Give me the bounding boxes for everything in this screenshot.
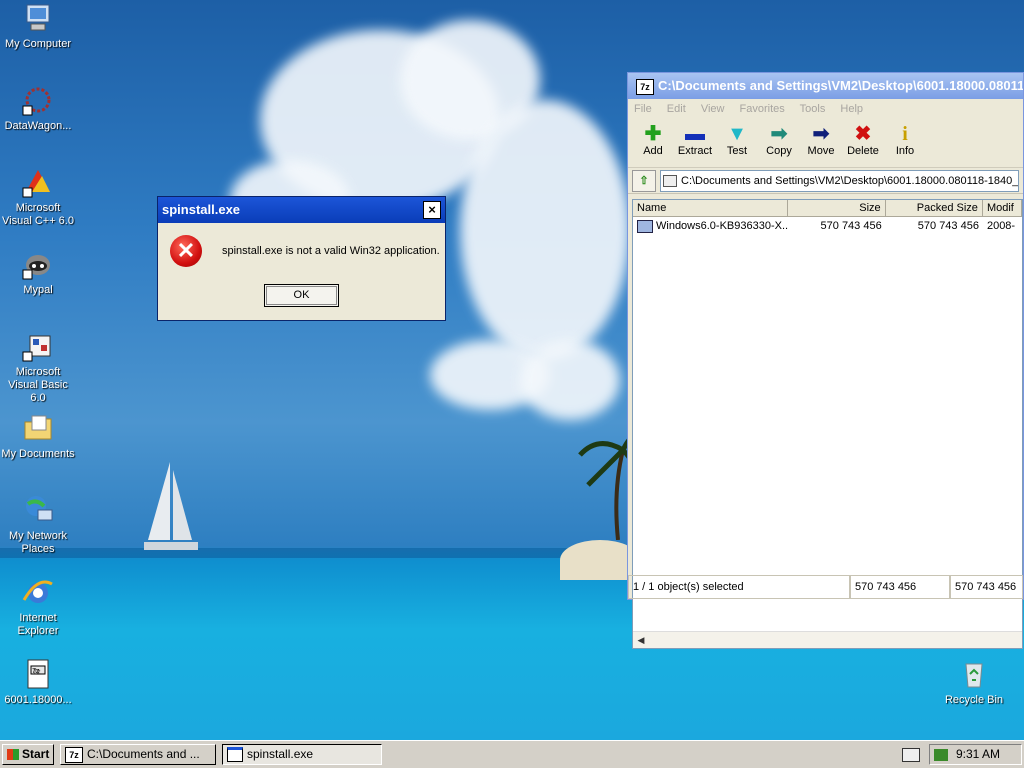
desktop-icon-datawagon[interactable]: DataWagon... bbox=[0, 84, 76, 133]
ok-button[interactable]: OK bbox=[264, 284, 339, 307]
desktop-icon-my-documents[interactable]: My Documents bbox=[0, 412, 76, 461]
file-size: 570 743 456 bbox=[820, 220, 882, 232]
column-modified[interactable]: Modif bbox=[983, 200, 1022, 216]
up-folder-button[interactable]: ⇧ bbox=[632, 169, 656, 192]
copy-icon: ➡ bbox=[770, 123, 788, 145]
desktop-icon-internet-explorer[interactable]: Internet Explorer bbox=[0, 576, 76, 638]
mypal-icon bbox=[22, 248, 54, 280]
recycle-bin-icon bbox=[958, 658, 990, 690]
internet-explorer-icon bbox=[22, 576, 54, 608]
delete-icon: ✖ bbox=[854, 123, 872, 145]
network-icon bbox=[22, 494, 54, 526]
status-selection: 1 / 1 object(s) selected bbox=[628, 575, 850, 599]
visual-cpp-icon bbox=[22, 166, 54, 198]
archive-window-title: C:\Documents and Settings\VM2\Desktop\60… bbox=[658, 78, 1023, 93]
close-icon: × bbox=[428, 202, 436, 217]
scroll-left-icon[interactable]: ◀ bbox=[633, 632, 649, 648]
extract-button[interactable]: ▬ Extract bbox=[674, 119, 716, 167]
column-size[interactable]: Size bbox=[788, 200, 886, 216]
file-icon bbox=[637, 219, 653, 233]
horizontal-scrollbar[interactable]: ◀ bbox=[633, 631, 1022, 648]
taskbar-button-spinstall[interactable]: spinstall.exe bbox=[222, 744, 382, 765]
toolbar: ✚ Add ▬ Extract ▼ Test ➡ Copy ➡ Move ✖ D… bbox=[628, 119, 1023, 168]
desktop-icon-my-network-places[interactable]: My Network Places bbox=[0, 494, 76, 556]
file-name: Windows6.0-KB936330-X... bbox=[656, 220, 789, 232]
up-arrow-icon: ⇧ bbox=[639, 174, 649, 187]
desktop-icon-visual-basic[interactable]: Microsoft Visual Basic 6.0 bbox=[0, 330, 76, 405]
menu-help[interactable]: Help bbox=[840, 103, 863, 115]
column-name[interactable]: Name bbox=[633, 200, 789, 216]
address-bar: ⇧ C:\Documents and Settings\VM2\Desktop\… bbox=[628, 168, 1023, 194]
file-modified: 2008- bbox=[986, 220, 1016, 232]
error-message: spinstall.exe is not a valid Win32 appli… bbox=[222, 245, 440, 257]
copy-button[interactable]: ➡ Copy bbox=[758, 119, 800, 167]
column-packed-size[interactable]: Packed Size bbox=[886, 200, 983, 216]
taskbar: Start 7z C:\Documents and ... spinstall.e… bbox=[0, 740, 1024, 768]
add-button[interactable]: ✚ Add bbox=[632, 119, 674, 167]
clock[interactable]: 9:31 AM bbox=[956, 747, 1000, 761]
test-button[interactable]: ▼ Test bbox=[716, 119, 758, 167]
test-icon: ▼ bbox=[727, 123, 747, 145]
archive-file-icon: 7z bbox=[22, 658, 54, 690]
desktop-icon-my-computer[interactable]: My Computer bbox=[0, 2, 76, 51]
menu-tools[interactable]: Tools bbox=[800, 103, 826, 115]
menu-bar: File Edit View Favorites Tools Help bbox=[628, 99, 1023, 119]
menu-file[interactable]: File bbox=[634, 103, 652, 115]
menu-view[interactable]: View bbox=[701, 103, 725, 115]
move-icon: ➡ bbox=[812, 123, 830, 145]
info-icon: i bbox=[902, 123, 908, 145]
svg-text:7z: 7z bbox=[32, 668, 40, 675]
move-button[interactable]: ➡ Move bbox=[800, 119, 842, 167]
error-dialog-titlebar[interactable]: spinstall.exe × bbox=[158, 197, 445, 223]
windows-logo-icon bbox=[7, 749, 19, 761]
status-size: 570 743 456 bbox=[850, 575, 950, 599]
extract-icon: ▬ bbox=[685, 123, 705, 145]
add-icon: ✚ bbox=[644, 123, 662, 145]
7zip-app-icon: 7z bbox=[65, 746, 83, 763]
error-icon: ✕ bbox=[170, 235, 202, 267]
delete-button[interactable]: ✖ Delete bbox=[842, 119, 884, 167]
status-bar: 1 / 1 object(s) selected 570 743 456 570… bbox=[628, 575, 1023, 599]
file-list-header: Name Size Packed Size Modif bbox=[633, 200, 1022, 217]
desktop-icon-archive-file[interactable]: 7z 6001.18000... bbox=[0, 658, 76, 707]
archive-path-icon bbox=[663, 174, 677, 187]
address-text: C:\Documents and Settings\VM2\Desktop\60… bbox=[681, 174, 1019, 187]
menu-edit[interactable]: Edit bbox=[667, 103, 686, 115]
file-packed-size: 570 743 456 bbox=[917, 220, 979, 232]
close-button[interactable]: × bbox=[423, 201, 441, 219]
network-tray-icon[interactable] bbox=[934, 748, 948, 761]
visual-basic-icon bbox=[22, 330, 54, 362]
datawagon-icon bbox=[22, 84, 54, 116]
menu-favorites[interactable]: Favorites bbox=[740, 103, 785, 115]
archive-window-titlebar[interactable]: 7z C:\Documents and Settings\VM2\Desktop\… bbox=[628, 73, 1023, 99]
sailboat-decoration bbox=[144, 462, 198, 550]
taskbar-button-archive[interactable]: 7z C:\Documents and ... bbox=[60, 744, 216, 765]
status-packed-size: 570 743 456 bbox=[950, 575, 1023, 599]
computer-icon bbox=[22, 2, 54, 34]
error-dialog-title: spinstall.exe bbox=[162, 202, 241, 217]
desktop-icon-visual-cpp[interactable]: Microsoft Visual C++ 6.0 bbox=[0, 166, 76, 228]
error-dialog: spinstall.exe × ✕ spinstall.exe is not a… bbox=[157, 196, 446, 321]
archive-window: 7z C:\Documents and Settings\VM2\Desktop\… bbox=[627, 72, 1024, 649]
desktop-icon-mypal[interactable]: Mypal bbox=[0, 248, 76, 297]
file-row[interactable]: Windows6.0-KB936330-X... 570 743 456 570… bbox=[633, 217, 1022, 235]
keyboard-icon[interactable] bbox=[902, 748, 920, 762]
window-icon bbox=[227, 747, 243, 763]
info-button[interactable]: i Info bbox=[884, 119, 926, 167]
folder-icon bbox=[22, 412, 54, 444]
desktop-icon-recycle-bin[interactable]: Recycle Bin bbox=[936, 658, 1012, 707]
system-tray: 9:31 AM bbox=[929, 744, 1022, 765]
7zip-app-icon: 7z bbox=[636, 78, 654, 95]
address-field[interactable]: C:\Documents and Settings\VM2\Desktop\60… bbox=[660, 169, 1019, 192]
start-button[interactable]: Start bbox=[2, 744, 54, 765]
